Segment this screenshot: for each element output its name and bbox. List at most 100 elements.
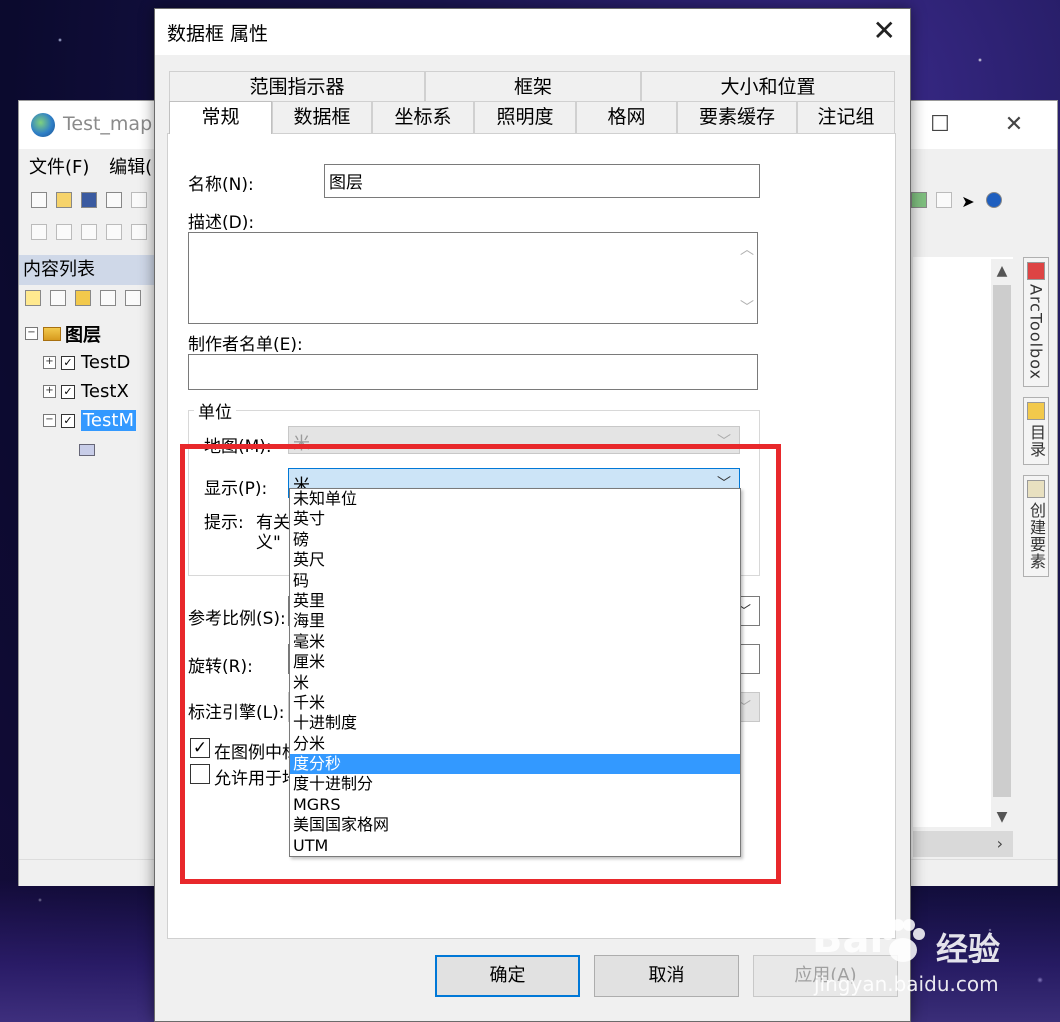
pan-icon[interactable] — [81, 224, 98, 240]
cancel-button[interactable]: 取消 — [594, 955, 739, 997]
credits-input[interactable] — [188, 354, 758, 390]
options-icon[interactable] — [125, 290, 142, 306]
list-by-visibility-icon[interactable] — [75, 290, 92, 306]
list-by-selection-icon[interactable] — [100, 290, 117, 306]
dropdown-option[interactable]: 磅 — [290, 530, 740, 550]
show-in-legend-checkbox[interactable]: ✓ — [190, 738, 210, 758]
tab-extent-indicators[interactable]: 范围指示器 — [169, 71, 425, 103]
scroll-down-icon[interactable]: ▼ — [991, 805, 1013, 829]
map-vertical-scrollbar[interactable]: ▲ ▼ — [991, 259, 1013, 829]
print-icon[interactable] — [106, 192, 123, 208]
dropdown-option-highlighted[interactable]: 度分秒 — [290, 754, 740, 775]
zoom-out-icon[interactable] — [56, 224, 73, 240]
allow-map-checkbox[interactable] — [190, 764, 210, 784]
scroll-up-icon[interactable]: ▲ — [991, 259, 1013, 283]
maximize-icon[interactable]: ☐ — [925, 111, 955, 139]
toc-tree: − 图层 + ✓ TestD + ✓ TestX − ✓ TestM — [25, 319, 136, 464]
new-doc-icon[interactable] — [31, 192, 47, 208]
description-scrollbar[interactable]: ︿ ﹀ — [737, 233, 757, 323]
open-folder-icon[interactable] — [56, 192, 73, 208]
tab-grids[interactable]: 格网 — [576, 101, 677, 133]
dropdown-option[interactable]: 未知单位 — [290, 489, 740, 509]
side-tab-arctoolbox[interactable]: ArcToolbox — [1023, 257, 1049, 387]
dropdown-option[interactable]: 码 — [290, 571, 740, 591]
name-input[interactable]: 图层 — [324, 164, 760, 198]
menu-file[interactable]: 文件(F) — [29, 157, 89, 178]
baidu-watermark: Bai 经验 jingyan.baidu.com — [806, 910, 1046, 1010]
close-icon[interactable]: ✕ — [999, 111, 1029, 139]
tree-layer[interactable]: + ✓ TestX — [25, 377, 136, 406]
dropdown-option[interactable]: 英寸 — [290, 509, 740, 529]
layer-checkbox[interactable]: ✓ — [61, 384, 75, 399]
paw-icon — [882, 919, 925, 962]
collapse-icon[interactable]: − — [25, 327, 38, 340]
scroll-down-icon[interactable]: ﹀ — [737, 297, 757, 317]
dropdown-option[interactable]: MGRS — [290, 795, 740, 815]
tree-layer-selected[interactable]: − ✓ TestM — [25, 406, 136, 435]
tree-root-label: 图层 — [65, 324, 101, 346]
chevron-down-icon: ﹀ — [717, 434, 731, 450]
list-by-drawing-order-icon[interactable] — [25, 290, 41, 306]
zoom-in-icon[interactable] — [31, 224, 47, 240]
dropdown-option[interactable]: 英尺 — [290, 550, 740, 570]
identify-map-icon[interactable] — [911, 192, 927, 208]
full-extent-icon[interactable] — [106, 224, 123, 240]
dropdown-option[interactable]: 美国国家格网 — [290, 815, 740, 835]
layer-checkbox[interactable]: ✓ — [61, 355, 75, 370]
tree-layer[interactable]: + ✓ TestD — [25, 348, 136, 377]
tab-general[interactable]: 常规 — [169, 101, 272, 134]
save-icon[interactable] — [81, 192, 98, 208]
tab-frame[interactable]: 框架 — [425, 71, 641, 103]
legend-swatch — [79, 443, 95, 456]
layer-checkbox[interactable]: ✓ — [61, 413, 75, 428]
list-by-source-icon[interactable] — [50, 290, 67, 306]
tab-data-frame[interactable]: 数据框 — [272, 101, 372, 133]
dropdown-option[interactable]: 英里 — [290, 591, 740, 611]
side-tab-create-features[interactable]: 创建要素 — [1023, 474, 1049, 577]
dropdown-option[interactable]: UTM — [290, 836, 740, 856]
layer-label: TestD — [81, 352, 131, 373]
tab-feature-cache[interactable]: 要素缓存 — [677, 101, 797, 133]
layers-icon — [43, 326, 61, 341]
menu-edit[interactable]: 编辑( — [109, 157, 152, 178]
expand-icon[interactable]: + — [43, 356, 56, 369]
html-popup-icon[interactable] — [936, 192, 953, 208]
tab-annotation-groups[interactable]: 注记组 — [797, 101, 895, 133]
cut-icon[interactable] — [131, 192, 148, 208]
layer-label: TestM — [81, 410, 136, 431]
dropdown-option[interactable]: 十进制度 — [290, 713, 740, 733]
tab-row-1: 范围指示器 框架 大小和位置 — [169, 71, 895, 103]
dropdown-option[interactable]: 海里 — [290, 611, 740, 631]
description-textarea[interactable]: ︿ ﹀ — [188, 232, 758, 324]
ok-button[interactable]: 确定 — [435, 955, 580, 997]
fixed-zoom-icon[interactable] — [131, 224, 148, 240]
toc-toolbar — [23, 287, 143, 309]
hint-text-line2: 义" — [256, 533, 281, 553]
side-tab-catalog[interactable]: 目录 — [1023, 396, 1049, 465]
scroll-thumb[interactable] — [993, 285, 1011, 797]
map-horizontal-scrollbar[interactable]: › — [913, 831, 1013, 857]
layer-label: TestX — [81, 381, 129, 402]
dropdown-option[interactable]: 毫米 — [290, 632, 740, 652]
dropdown-option[interactable]: 厘米 — [290, 652, 740, 672]
rotation-label: 旋转(R): — [188, 657, 253, 677]
dropdown-option[interactable]: 度十进制分 — [290, 774, 740, 794]
show-in-legend-label: 在图例中标 — [214, 743, 299, 763]
collapse-icon[interactable]: − — [43, 414, 56, 427]
scroll-up-icon[interactable]: ︿ — [737, 239, 757, 259]
expand-icon[interactable]: + — [43, 385, 56, 398]
select-arrow-icon[interactable]: ➤ — [961, 192, 977, 211]
info-icon[interactable] — [986, 192, 1003, 208]
dropdown-option[interactable]: 米 — [290, 673, 740, 693]
tab-illumination[interactable]: 照明度 — [474, 101, 576, 133]
close-icon[interactable]: ✕ — [873, 15, 896, 47]
scroll-right-icon[interactable]: › — [997, 831, 1003, 857]
display-units-dropdown[interactable]: 未知单位 英寸 磅 英尺 码 英里 海里 毫米 厘米 米 千米 十进制度 分米 … — [289, 488, 741, 858]
tab-size-position[interactable]: 大小和位置 — [641, 71, 895, 103]
tree-root[interactable]: − 图层 — [25, 319, 136, 348]
dropdown-option[interactable]: 分米 — [290, 734, 740, 754]
hint-prefix: 提示: — [204, 513, 244, 533]
dropdown-option[interactable]: 千米 — [290, 693, 740, 713]
tab-coordinate-system[interactable]: 坐标系 — [372, 101, 474, 133]
watermark-brand-cn: 经验 — [936, 930, 1001, 968]
